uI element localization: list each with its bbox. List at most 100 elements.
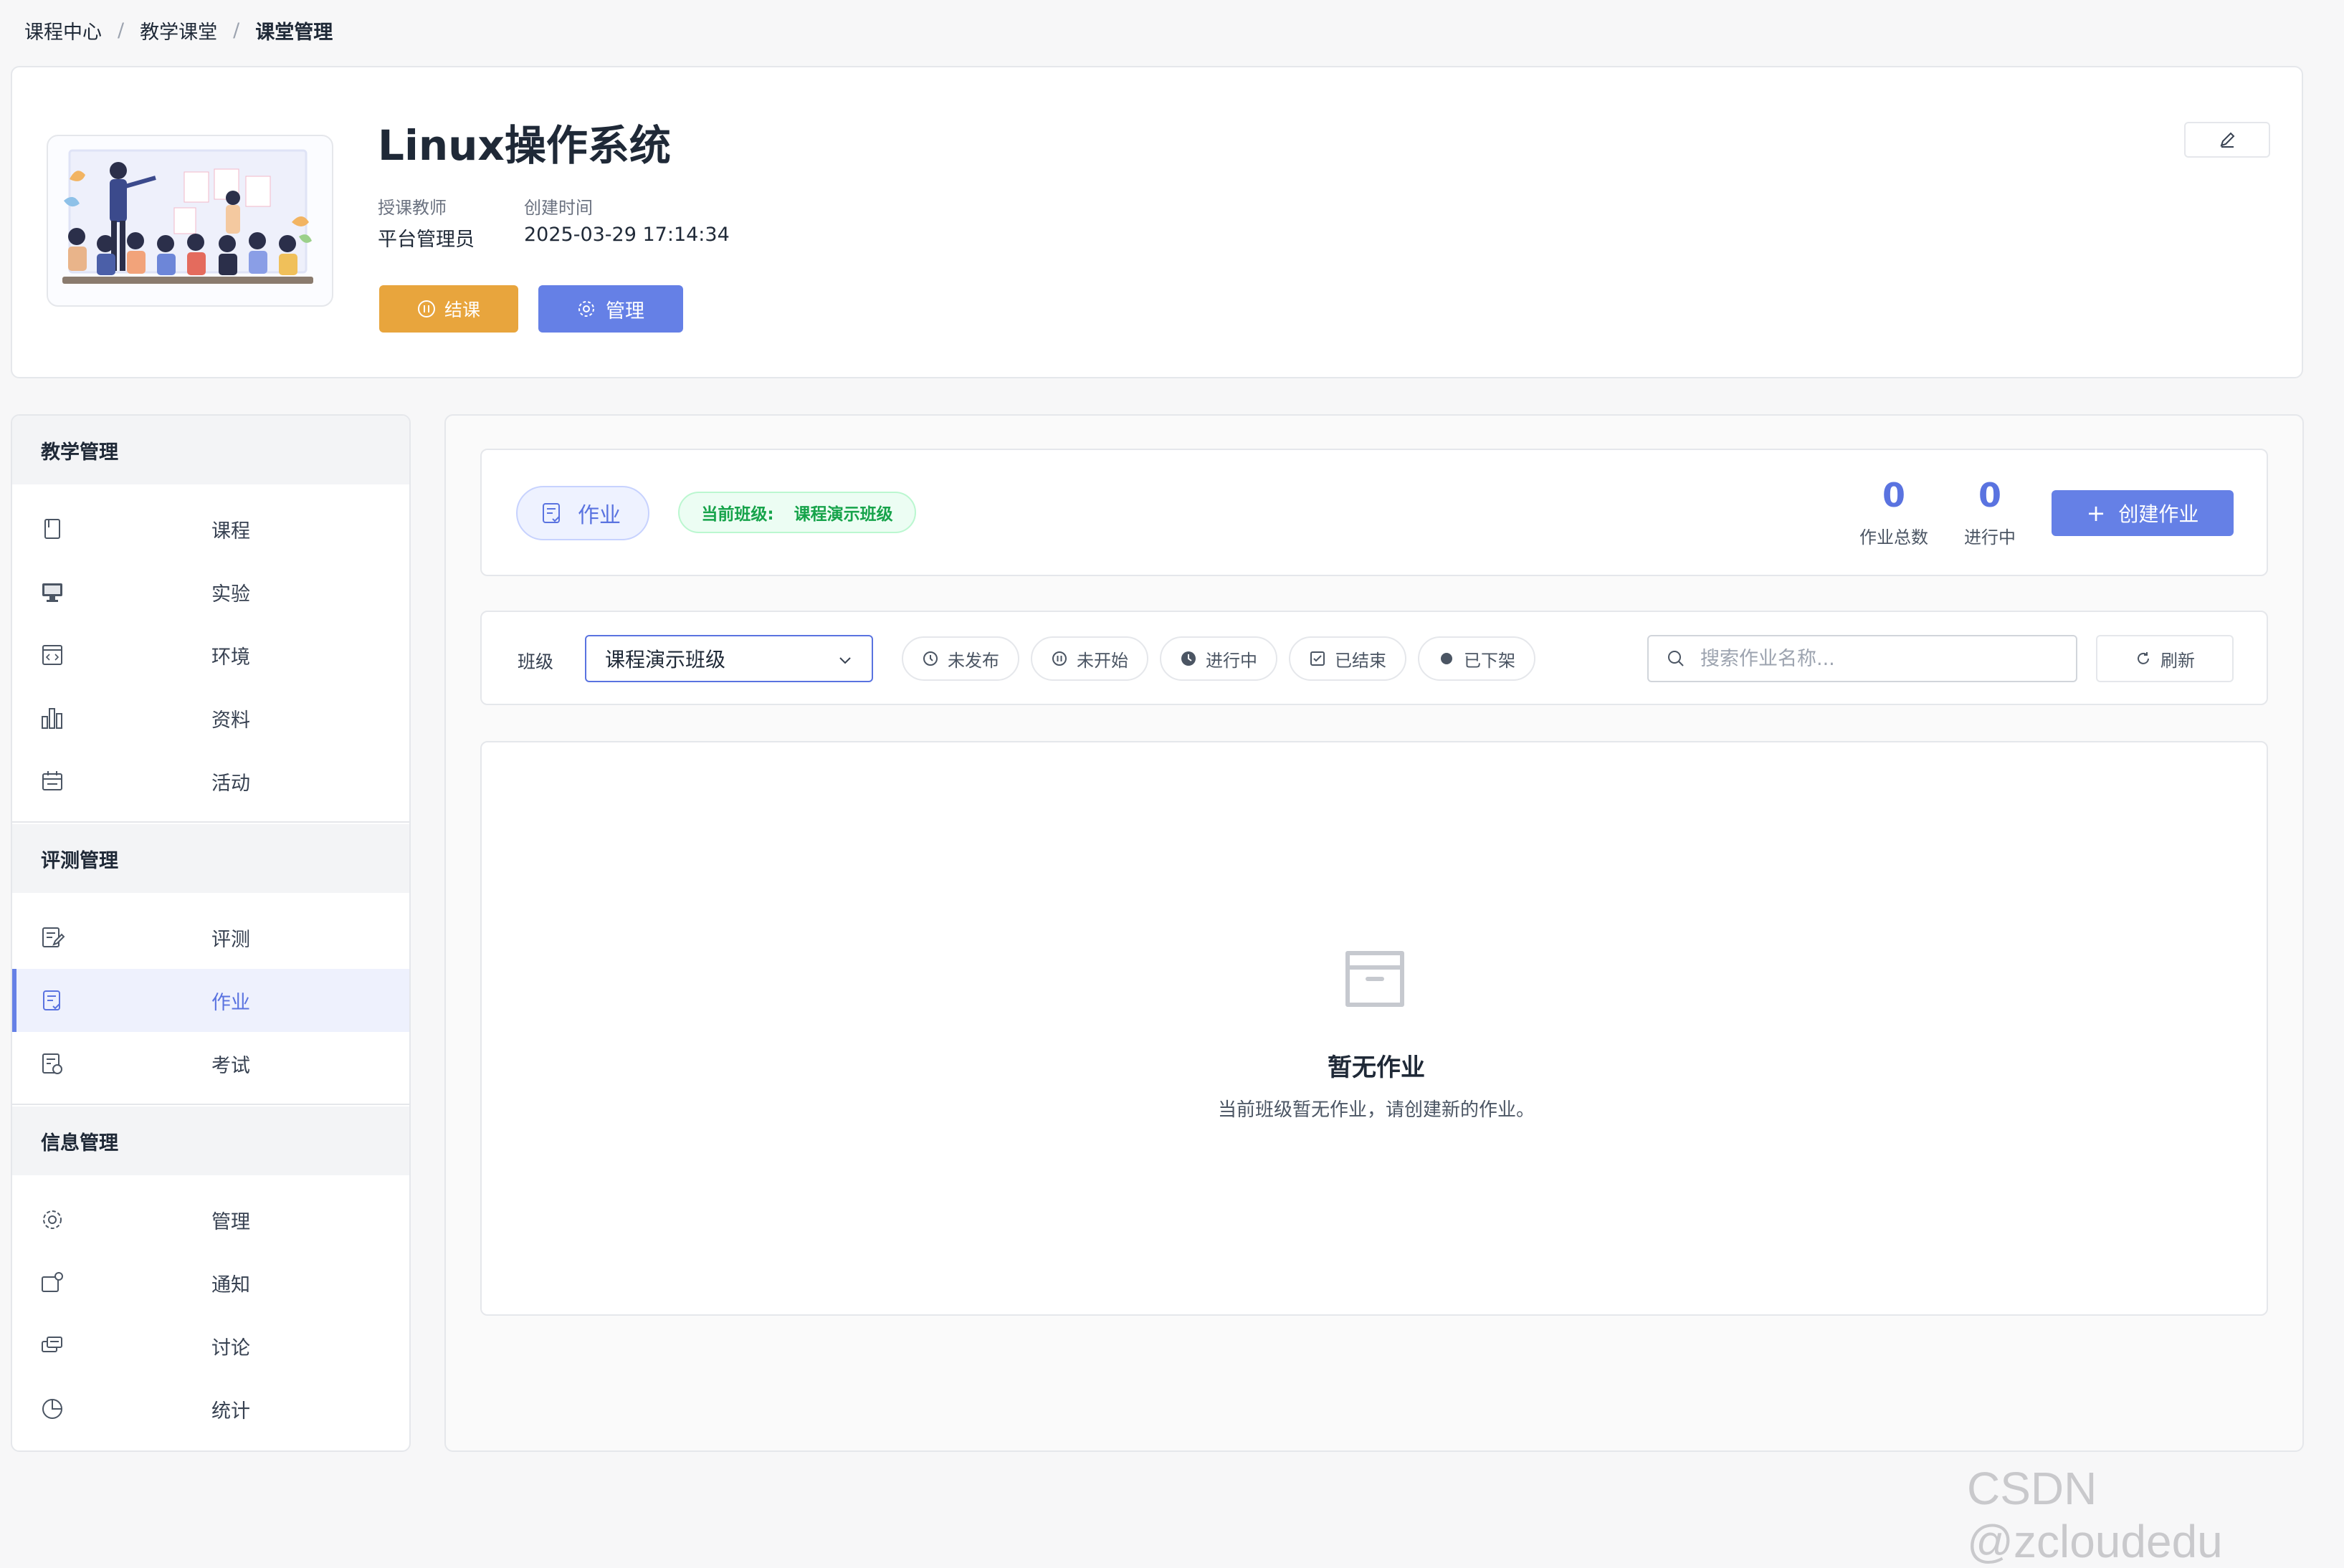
bar-chart-icon [42, 708, 62, 729]
sidebar-item-label: 活动 [211, 772, 250, 795]
refresh-button[interactable]: 刷新 [2096, 635, 2234, 682]
class-filter-label: 班级 [518, 651, 554, 672]
search-icon [1668, 651, 1684, 666]
status-filter-ongoing[interactable]: 进行中 [1160, 636, 1277, 681]
monitor-icon [42, 583, 62, 602]
gear-icon [43, 1210, 62, 1229]
course-cover-image [47, 135, 333, 307]
sidebar-item-label: 统计 [211, 1400, 250, 1423]
sidebar-item-label: 评测 [211, 928, 250, 951]
sidebar-item-lab[interactable]: 实验 [12, 560, 409, 623]
sidebar-item-label: 课程 [211, 520, 250, 542]
exam-icon [42, 1053, 62, 1074]
watermark: CSDN @zcloudedu [1967, 1463, 2223, 1567]
status-filter-label: 已下架 [1464, 650, 1515, 671]
course-header-card: Linux操作系统 授课教师 平台管理员 创建时间 2025-03-29 17:… [11, 66, 2303, 378]
create-homework-label: 创建作业 [2118, 502, 2199, 526]
sidebar-item-exam[interactable]: 考试 [12, 1032, 409, 1095]
sidebar-item-label: 作业 [211, 991, 250, 1014]
sidebar: 教学管理 课程 实验 环境 资料 活动 评测管理 评测 作业 考试 信息管理 管… [11, 414, 411, 1452]
created-time-value: 2025-03-29 17:14:34 [524, 224, 730, 246]
status-filter-ended[interactable]: 已结束 [1289, 636, 1406, 681]
status-filter-removed[interactable]: 已下架 [1418, 636, 1535, 681]
sidebar-item-statistics[interactable]: 统计 [12, 1377, 409, 1440]
sidebar-item-label: 管理 [211, 1210, 250, 1233]
status-filter-label: 已结束 [1335, 650, 1386, 671]
book-icon [44, 519, 60, 539]
breadcrumb-separator: / [233, 19, 240, 42]
edit-course-button[interactable] [2184, 122, 2270, 158]
breadcrumb-classroom[interactable]: 教学课堂 [140, 16, 217, 44]
empty-state-title: 暂无作业 [1328, 1053, 1425, 1082]
gear-icon [578, 301, 594, 317]
status-filter-not-started[interactable]: 未开始 [1031, 636, 1148, 681]
sidebar-item-label: 资料 [211, 709, 250, 732]
checkbox-icon [1310, 651, 1325, 666]
tab-homework-label: 作业 [578, 503, 621, 528]
status-filter-label: 进行中 [1206, 650, 1257, 671]
sidebar-item-label: 考试 [211, 1054, 250, 1077]
breadcrumb-course-center[interactable]: 课程中心 [24, 16, 102, 44]
sidebar-item-label: 通知 [211, 1273, 250, 1296]
stat-total-label: 作业总数 [1859, 527, 1928, 548]
end-course-button[interactable]: 结课 [379, 285, 518, 333]
sidebar-item-course[interactable]: 课程 [12, 497, 409, 560]
teacher-label: 授课教师 [378, 198, 447, 218]
pause-circle-icon [417, 300, 435, 317]
sidebar-item-label: 实验 [211, 583, 250, 606]
sidebar-item-manage[interactable]: 管理 [12, 1188, 409, 1251]
chevron-down-icon [839, 657, 851, 664]
teacher-value: 平台管理员 [378, 229, 475, 251]
sidebar-item-homework[interactable]: 作业 [12, 969, 409, 1032]
pie-chart-icon [42, 1399, 62, 1419]
tab-homework[interactable]: 作业 [516, 486, 649, 540]
class-select[interactable]: 课程演示班级 [585, 635, 873, 682]
created-time-label: 创建时间 [524, 198, 593, 218]
class-select-value: 课程演示班级 [605, 648, 726, 671]
empty-box-icon [1345, 951, 1404, 1007]
clock-filled-icon [1181, 651, 1196, 666]
pause-circle-icon [1052, 651, 1067, 666]
empty-state-description: 当前班级暂无作业，请创建新的作业。 [1217, 1099, 1535, 1121]
refresh-label: 刷新 [2160, 650, 2195, 671]
assignment-icon [43, 990, 60, 1010]
sidebar-group-assessment: 评测管理 [12, 824, 409, 893]
homework-list-panel [480, 741, 2268, 1316]
sidebar-item-materials[interactable]: 资料 [12, 687, 409, 750]
create-homework-button[interactable]: + 创建作业 [2052, 490, 2234, 536]
status-filter-label: 未发布 [948, 650, 999, 671]
current-class-prefix: 当前班级: [701, 505, 774, 524]
sidebar-divider [12, 1104, 409, 1105]
search-box [1647, 635, 2077, 682]
sidebar-group-info: 信息管理 [12, 1106, 409, 1175]
current-class-badge: 当前班级: 课程演示班级 [678, 492, 916, 533]
end-course-label: 结课 [444, 300, 480, 320]
stat-ongoing-label: 进行中 [1964, 527, 2016, 548]
refresh-icon [2138, 652, 2149, 664]
status-filter-unpublished[interactable]: 未发布 [902, 636, 1019, 681]
sidebar-item-discussion[interactable]: 讨论 [12, 1314, 409, 1377]
stat-total-value: 0 [1882, 476, 1905, 515]
manage-course-button[interactable]: 管理 [538, 285, 683, 333]
sidebar-item-notice[interactable]: 通知 [12, 1251, 409, 1314]
stat-ongoing-value: 0 [1978, 476, 2001, 515]
sidebar-item-evaluation[interactable]: 评测 [12, 906, 409, 969]
sidebar-item-label: 讨论 [211, 1337, 250, 1359]
sidebar-group-teaching: 教学管理 [12, 416, 409, 484]
breadcrumb-separator: / [118, 19, 125, 42]
course-title: Linux操作系统 [378, 121, 671, 170]
calendar-icon [42, 771, 62, 790]
code-window-icon [42, 645, 62, 665]
chat-icon [42, 1337, 62, 1352]
breadcrumb: 课程中心 / 教学课堂 / 课堂管理 [24, 16, 333, 44]
sidebar-item-activity[interactable]: 活动 [12, 750, 409, 813]
status-filter-label: 未开始 [1077, 650, 1128, 671]
plus-icon: + [2086, 499, 2106, 527]
search-input[interactable] [1700, 647, 2059, 670]
sidebar-item-environment[interactable]: 环境 [12, 623, 409, 687]
edit-document-icon [42, 927, 65, 947]
manage-course-label: 管理 [606, 300, 644, 322]
pencil-icon [2220, 132, 2235, 148]
clock-icon [923, 651, 938, 666]
sidebar-item-label: 环境 [211, 646, 250, 669]
